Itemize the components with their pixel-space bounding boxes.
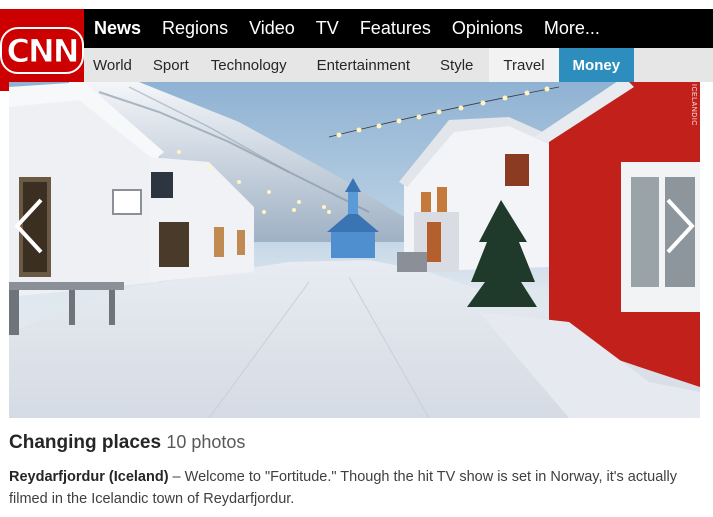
- top-nav-more[interactable]: More...: [544, 18, 600, 39]
- sub-nav: World Sport Technology Entertainment Sty…: [84, 48, 713, 82]
- sub-nav-technology[interactable]: Technology: [201, 48, 299, 82]
- top-nav-news[interactable]: News: [94, 18, 141, 39]
- top-nav-regions[interactable]: Regions: [162, 18, 228, 39]
- top-nav-tv[interactable]: TV: [316, 18, 339, 39]
- cnn-logo[interactable]: CNN: [0, 9, 84, 91]
- gallery-caption: Reydarfjordur (Iceland) – Welcome to "Fo…: [9, 466, 704, 510]
- gallery-photo[interactable]: ICELANDIC: [9, 82, 700, 418]
- top-nav-video[interactable]: Video: [249, 18, 295, 39]
- gallery-title-text: Changing places: [9, 432, 162, 453]
- snowy-street-scene: [9, 82, 700, 418]
- cnn-logo-text: CNN: [0, 26, 84, 74]
- top-nav-features[interactable]: Features: [360, 18, 431, 39]
- sub-nav-entertainment[interactable]: Entertainment: [299, 48, 426, 82]
- chevron-right-icon: [666, 198, 695, 254]
- sub-nav-sport[interactable]: Sport: [141, 48, 201, 82]
- top-nav-opinions[interactable]: Opinions: [452, 18, 523, 39]
- previous-photo-button[interactable]: [9, 194, 49, 258]
- chevron-left-icon: [14, 198, 43, 254]
- next-photo-button[interactable]: [660, 194, 700, 258]
- sub-nav-money[interactable]: Money: [558, 48, 635, 82]
- top-nav: News Regions Video TV Features Opinions …: [84, 9, 713, 48]
- caption-location: Reydarfjordur (Iceland): [9, 469, 169, 485]
- sub-nav-world[interactable]: World: [84, 48, 141, 82]
- gallery-title: Changing places 10 photos: [9, 432, 245, 454]
- caption-dash: –: [168, 469, 185, 485]
- gallery-photo-count: 10 photos: [166, 432, 246, 452]
- photo-credit: ICELANDIC: [690, 84, 697, 126]
- sub-nav-travel[interactable]: Travel: [489, 48, 559, 82]
- sub-nav-style[interactable]: Style: [426, 48, 489, 82]
